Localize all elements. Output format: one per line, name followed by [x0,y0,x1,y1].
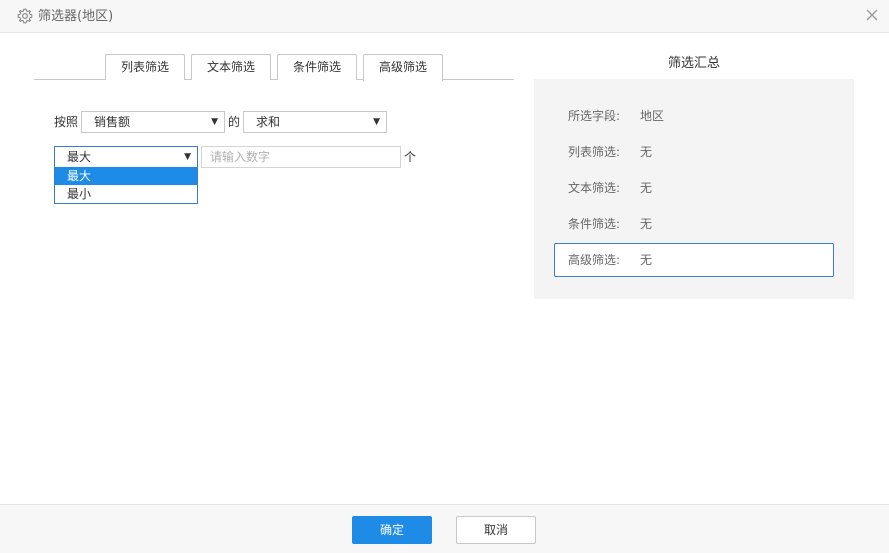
aggregate-select-value: 求和 [256,115,281,129]
aggregate-select[interactable]: 求和 ▼ [243,111,387,133]
by-label: 按照 [54,115,79,129]
order-select-value: 最大 [67,150,92,164]
number-input[interactable] [201,146,401,168]
caret-down-icon: ▼ [373,117,380,127]
summary-row-text: 文本筛选: 无 [554,171,834,205]
summary-title: 筛选汇总 [667,56,720,71]
summary-value: 无 [640,181,653,195]
summary-row-list: 列表筛选: 无 [554,135,834,169]
tab-advanced-filter[interactable]: 高级筛选 [363,54,443,81]
summary-row-advanced: 高级筛选: 无 [554,243,834,277]
summary-row-field: 所选字段: 地区 [554,99,834,133]
summary-key: 高级筛选: [568,253,621,267]
summary-value: 无 [640,253,653,267]
close-icon[interactable] [865,8,879,22]
order-option-min[interactable]: 最小 [55,185,197,203]
summary-row-condition: 条件筛选: 无 [554,207,834,241]
summary-key: 列表筛选: [568,145,621,159]
confirm-button[interactable]: 确定 [352,516,432,544]
caret-down-icon: ▼ [184,152,191,162]
summary-value: 无 [640,217,653,231]
dialog-titlebar: 筛选器(地区) [0,0,889,33]
dialog-footer: 确定 取消 [0,504,889,553]
summary-value: 无 [640,145,653,159]
caret-down-icon: ▼ [211,117,218,127]
order-select[interactable]: 最大 ▼ [54,146,198,168]
summary-key: 文本筛选: [568,181,621,195]
summary-key: 所选字段: [568,109,621,123]
tab-text-filter[interactable]: 文本筛选 [191,54,271,80]
dialog-title: 筛选器(地区) [38,9,114,24]
of-label: 的 [228,115,241,129]
summary-key: 条件筛选: [568,217,621,231]
field-select-value: 销售额 [94,115,131,129]
order-option-max[interactable]: 最大 [55,167,197,185]
order-dropdown-list: 最大 最小 [54,167,198,204]
tab-list-filter[interactable]: 列表筛选 [105,54,185,80]
summary-value: 地区 [640,109,665,123]
gear-icon [17,8,33,24]
tab-condition-filter[interactable]: 条件筛选 [277,54,357,80]
field-select[interactable]: 销售额 ▼ [81,111,225,133]
summary-panel: 所选字段: 地区 列表筛选: 无 文本筛选: 无 条件筛选: 无 高级筛选: 无 [534,79,854,299]
cancel-button[interactable]: 取消 [456,516,536,544]
unit-label: 个 [404,150,417,164]
